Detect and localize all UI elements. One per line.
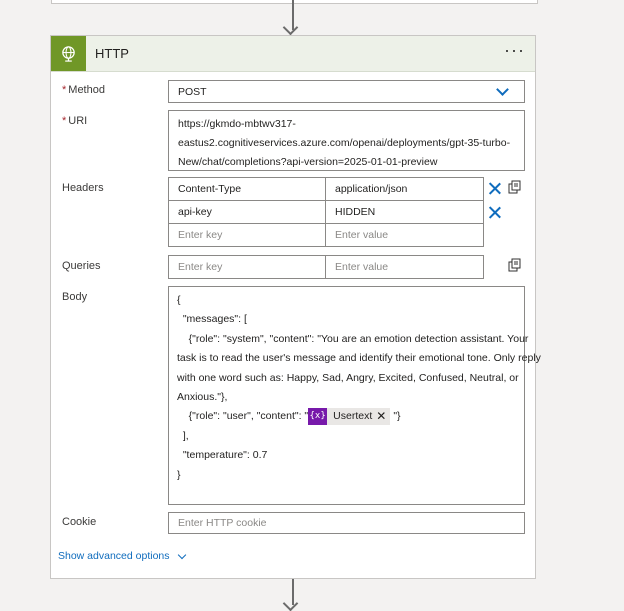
- queries-label: Queries: [62, 260, 101, 272]
- method-dropdown[interactable]: POST: [168, 80, 525, 103]
- query-value-input[interactable]: Enter value: [325, 255, 484, 279]
- body-line: }: [177, 468, 181, 481]
- method-value: POST: [178, 85, 207, 98]
- delete-header-icon[interactable]: [488, 206, 502, 220]
- header-key-input[interactable]: Content-Type: [168, 177, 326, 201]
- body-line: "temperature": 0.7: [177, 449, 268, 462]
- body-line: "messages": [: [177, 313, 247, 326]
- chevron-down-icon[interactable]: [496, 83, 509, 96]
- usertext-token[interactable]: {x} Usertext ✕: [308, 407, 391, 426]
- uri-input[interactable]: https://gkmdo-mbtwv317- eastus2.cognitiv…: [168, 110, 525, 171]
- connector-arrow-icon: [282, 595, 299, 611]
- action-title: HTTP: [95, 46, 129, 61]
- uri-line: https://gkmdo-mbtwv317-: [178, 118, 296, 130]
- method-label: * Method: [62, 84, 105, 96]
- cookie-input[interactable]: Enter HTTP cookie: [168, 512, 525, 534]
- http-action-card: HTTP ··· * Method POST * URI https://gkmdo…: [50, 35, 541, 579]
- header-value-input[interactable]: Enter value: [325, 223, 484, 247]
- chevron-down-icon: [177, 550, 186, 559]
- header-value-input[interactable]: HIDDEN: [325, 200, 484, 224]
- delete-header-icon[interactable]: [488, 182, 502, 196]
- token-label: Usertext: [333, 409, 373, 422]
- remove-token-icon[interactable]: ✕: [376, 407, 390, 426]
- uri-line: eastus2.cognitiveservices.azure.com/open…: [178, 137, 511, 149]
- headers-label: Headers: [62, 182, 104, 194]
- uri-label: * URI: [62, 115, 88, 127]
- header-key-input[interactable]: Enter key: [168, 223, 326, 247]
- body-line: ],: [177, 429, 189, 442]
- globe-icon: [51, 36, 86, 71]
- body-line: Anxious."},: [177, 391, 228, 404]
- show-advanced-options-link[interactable]: Show advanced options: [58, 550, 186, 562]
- body-line: {: [177, 294, 181, 306]
- variable-icon: {x}: [308, 408, 328, 426]
- body-input[interactable]: { "messages": [ {"role": "system", "cont…: [168, 286, 541, 505]
- switch-to-text-icon[interactable]: [508, 180, 522, 194]
- connector-arrow-icon: [282, 19, 299, 36]
- body-line: task is to read the user's message and i…: [177, 352, 541, 365]
- body-line-with-token: {"role": "user", "content": " {x} Usertext…: [177, 407, 516, 426]
- uri-line: New/chat/completions?api-version=2025-01…: [178, 156, 438, 168]
- body-label: Body: [62, 291, 88, 303]
- body-line: with one word such as: Happy, Sad, Angry…: [177, 371, 519, 384]
- switch-to-text-icon[interactable]: [508, 258, 522, 272]
- previous-action-card[interactable]: [51, 0, 538, 4]
- action-header[interactable]: HTTP ···: [51, 36, 535, 72]
- body-line: {"role": "system", "content": "You are a…: [177, 332, 529, 345]
- more-options-button[interactable]: ···: [504, 40, 525, 61]
- query-key-input[interactable]: Enter key: [168, 255, 326, 279]
- header-key-input[interactable]: api-key: [168, 200, 326, 224]
- cookie-label: Cookie: [62, 516, 97, 528]
- header-value-input[interactable]: application/json: [325, 177, 484, 201]
